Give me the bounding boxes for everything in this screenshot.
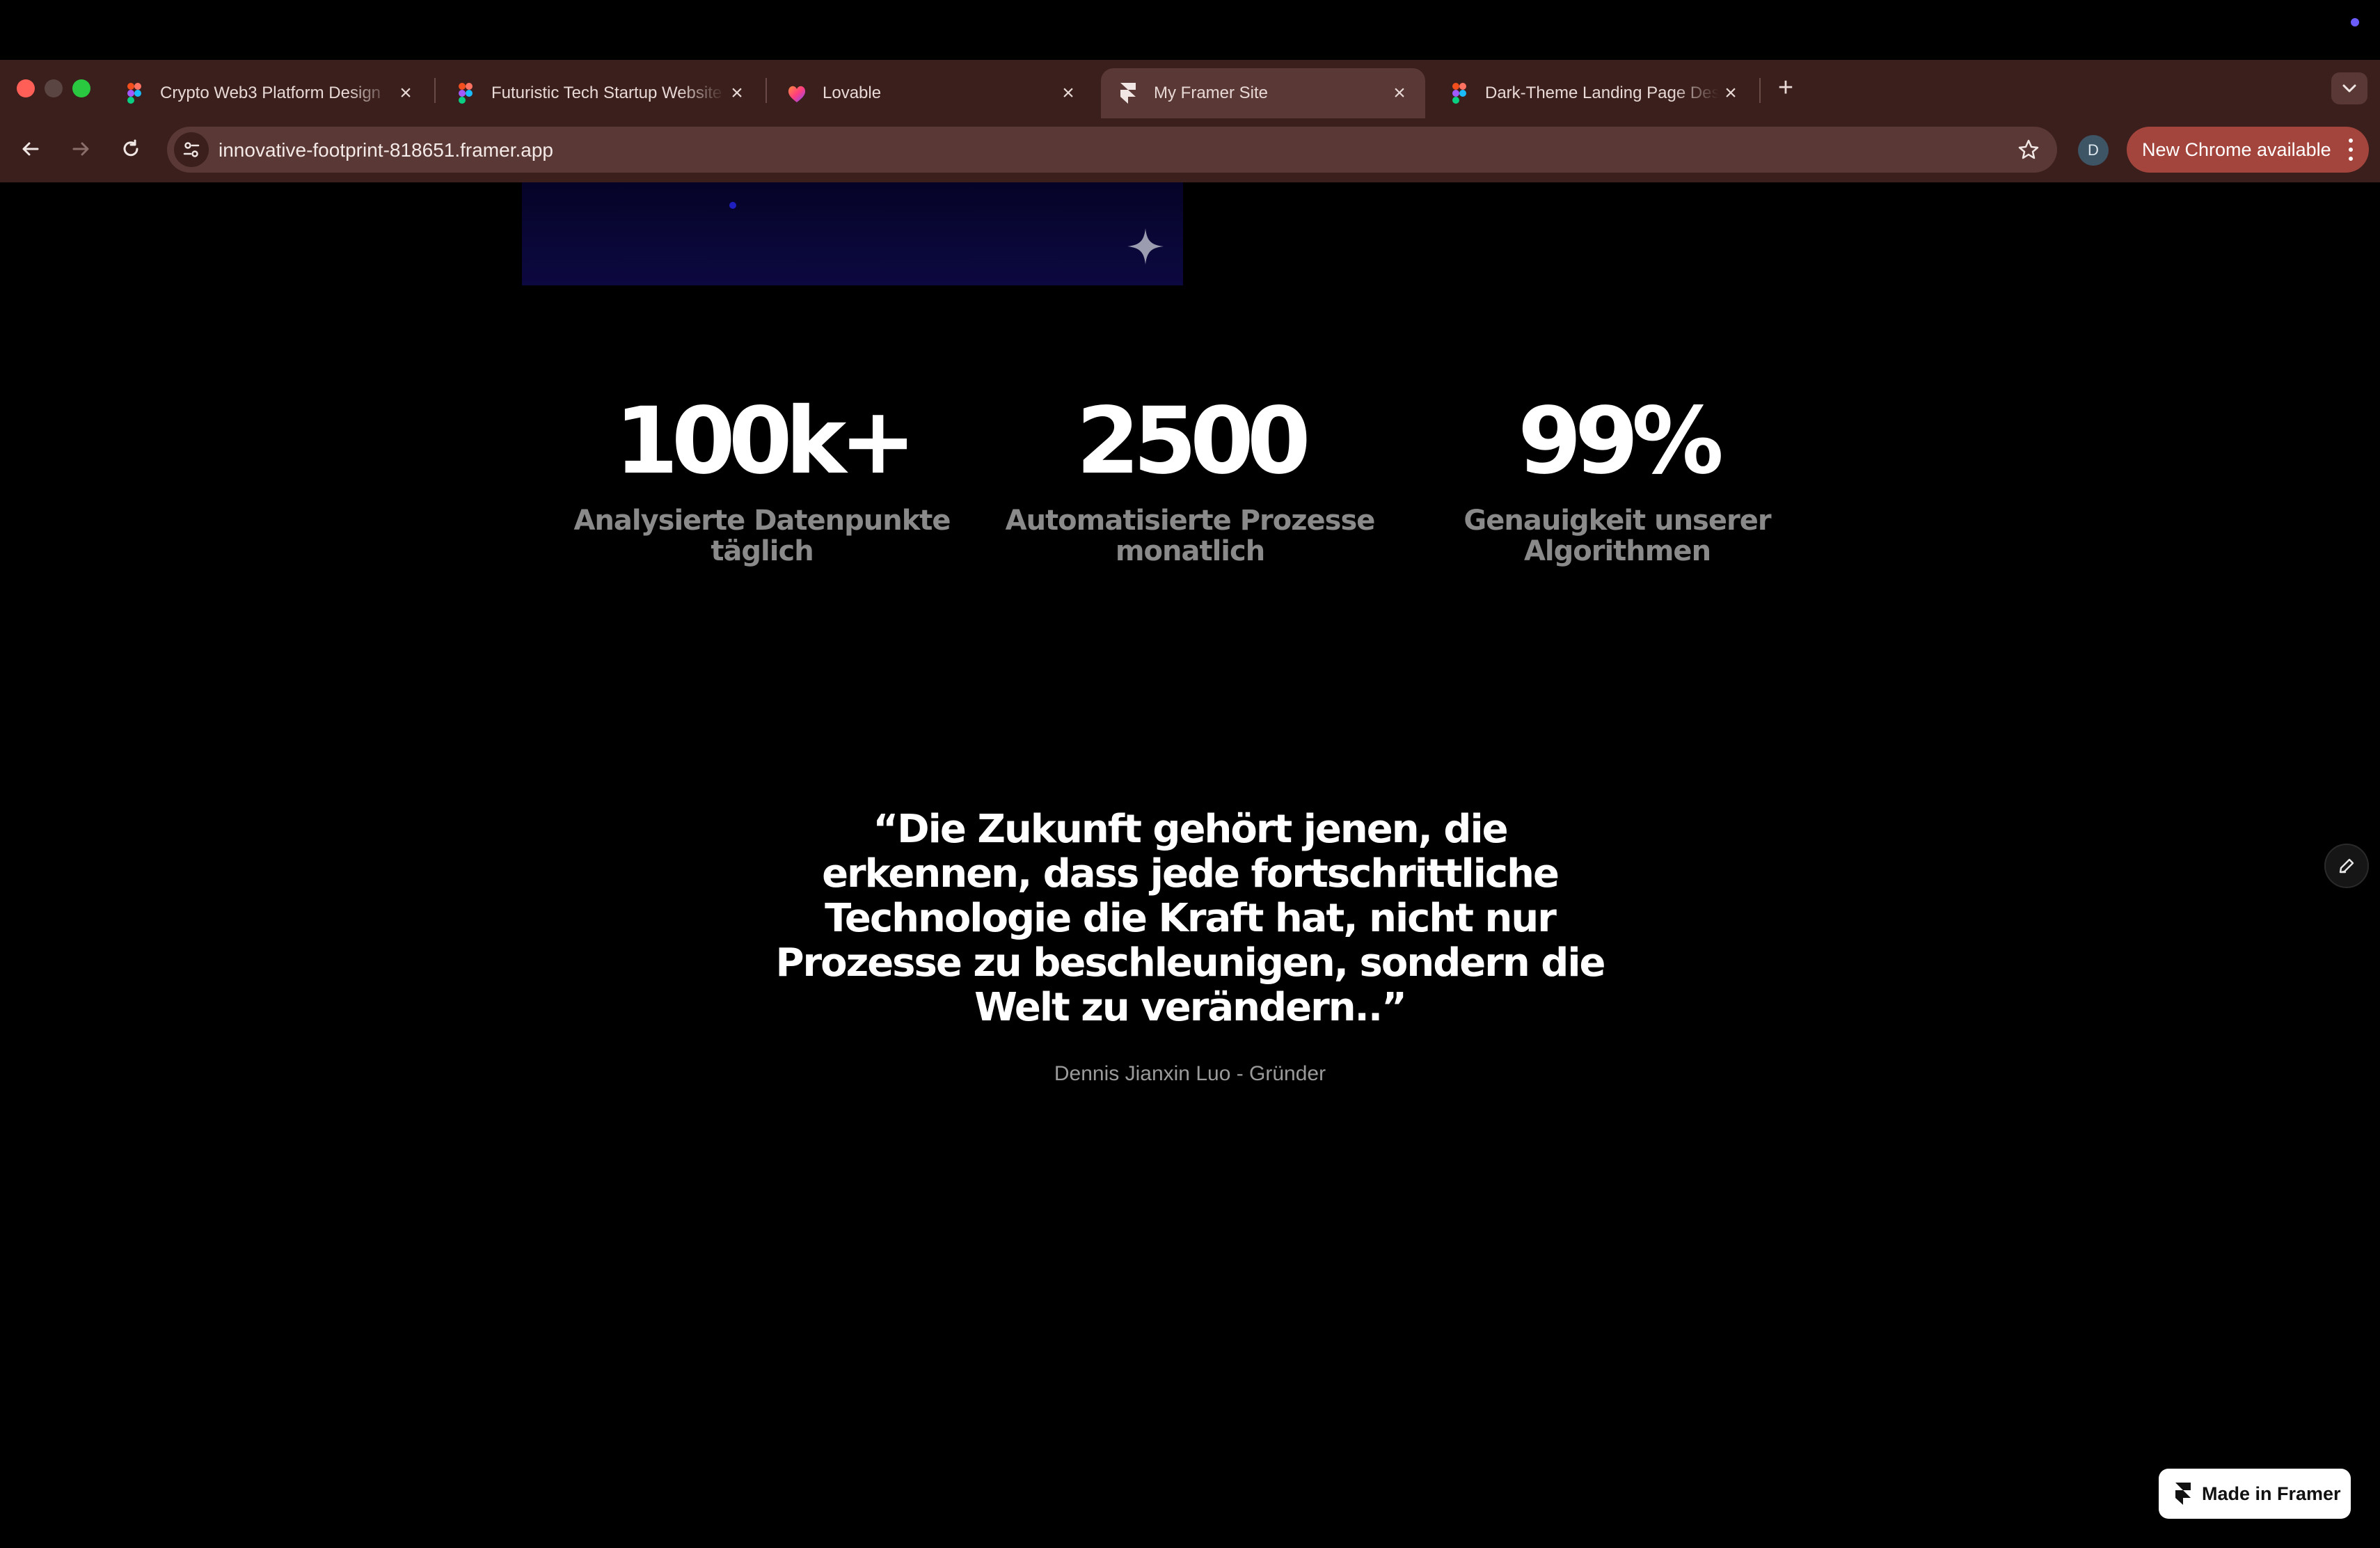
tab-lovable[interactable]: Lovable ×	[770, 68, 1094, 118]
menubar	[0, 0, 2380, 60]
tab-close-icon[interactable]: ×	[725, 81, 749, 105]
more-vertical-icon[interactable]	[2342, 136, 2359, 164]
url-text: innovative-footprint-818651.framer.app	[219, 139, 553, 161]
tab-futuristic-tech[interactable]: Futuristic Tech Startup Website ×	[438, 68, 763, 118]
stat-data-points: 100k+ Analysierte Datenpunkte täglich	[567, 395, 957, 567]
stat-value: 2500	[1076, 388, 1310, 495]
tab-crypto-web3[interactable]: Crypto Web3 Platform Design ×	[107, 68, 431, 118]
quote-author: Dennis Jianxin Luo - Gründer	[1054, 1062, 1326, 1085]
tab-title: My Framer Site	[1154, 84, 1269, 102]
framer-icon	[2175, 1483, 2191, 1505]
window-zoom-button[interactable]	[72, 79, 90, 97]
arrow-right-icon	[72, 142, 89, 156]
window-minimize-button[interactable]	[45, 79, 63, 97]
tab-dark-theme-landing[interactable]: Dark-Theme Landing Page Design ×	[1432, 68, 1756, 118]
founder-quote: “Die Zukunft gehört jenen, die erkennen,…	[775, 807, 1605, 1030]
tab-close-icon[interactable]: ×	[1388, 81, 1411, 105]
page-viewport: 100k+ Analysierte Datenpunkte täglich 25…	[0, 182, 2380, 1548]
reload-icon	[123, 139, 138, 157]
figma-icon	[455, 83, 476, 104]
address-bar[interactable]: innovative-footprint-818651.framer.app	[167, 127, 2057, 173]
window-close-button[interactable]	[17, 79, 35, 97]
sparkle-icon	[1127, 228, 1164, 264]
tune-icon	[183, 142, 200, 157]
figma-icon	[1449, 83, 1470, 104]
tab-title: Crypto Web3 Platform Design	[160, 84, 381, 102]
badge-label: Made in Framer	[2202, 1483, 2341, 1504]
site-info-button[interactable]	[174, 132, 209, 167]
chevron-down-icon	[2342, 84, 2356, 93]
new-tab-button[interactable]: +	[1770, 72, 1801, 103]
figma-icon	[124, 83, 145, 104]
stat-value: 99%	[1518, 388, 1724, 495]
stat-label: Automatisierte Prozesse monatlich	[1005, 505, 1376, 567]
tab-separator	[1759, 78, 1761, 103]
tab-title: Futuristic Tech Startup Website	[491, 84, 722, 102]
forward-button[interactable]	[65, 134, 96, 164]
reload-button[interactable]	[116, 134, 146, 164]
new-chrome-available-button[interactable]: New Chrome available	[2127, 127, 2369, 173]
tab-close-icon[interactable]: ×	[394, 81, 418, 105]
back-button[interactable]	[15, 134, 46, 164]
update-label: New Chrome available	[2142, 139, 2331, 160]
star-icon	[2018, 139, 2039, 159]
bookmark-button[interactable]	[2015, 136, 2042, 163]
edit-button[interactable]	[2324, 844, 2369, 888]
tab-title: Lovable	[823, 84, 882, 102]
pencil-icon	[2339, 858, 2354, 874]
tab-my-framer-site[interactable]: My Framer Site ×	[1101, 68, 1425, 118]
stat-label: Analysierte Datenpunkte täglich	[573, 505, 951, 567]
tab-separator	[765, 78, 767, 103]
tab-title: Dark-Theme Landing Page Design	[1485, 84, 1719, 102]
stat-accuracy: 99% Genauigkeit unserer Algorithmen	[1422, 395, 1812, 567]
stat-processes: 2500 Automatisierte Prozesse monatlich	[995, 395, 1385, 567]
tab-close-icon[interactable]: ×	[1056, 81, 1080, 105]
lovable-icon	[786, 83, 807, 104]
hero-glow-dot	[729, 202, 736, 209]
tab-close-icon[interactable]: ×	[1719, 81, 1743, 105]
arrow-left-icon	[22, 142, 39, 156]
stat-label: Genauigkeit unserer Algorithmen	[1463, 505, 1771, 567]
profile-avatar[interactable]: D	[2078, 135, 2109, 166]
framer-icon	[1118, 83, 1139, 104]
hero-image	[522, 182, 1183, 285]
tab-search-button[interactable]	[2331, 72, 2367, 104]
tab-separator	[434, 78, 436, 103]
stat-value: 100k+	[614, 388, 917, 495]
made-in-framer-badge[interactable]: Made in Framer	[2159, 1469, 2351, 1519]
status-dot-icon	[2351, 18, 2359, 26]
